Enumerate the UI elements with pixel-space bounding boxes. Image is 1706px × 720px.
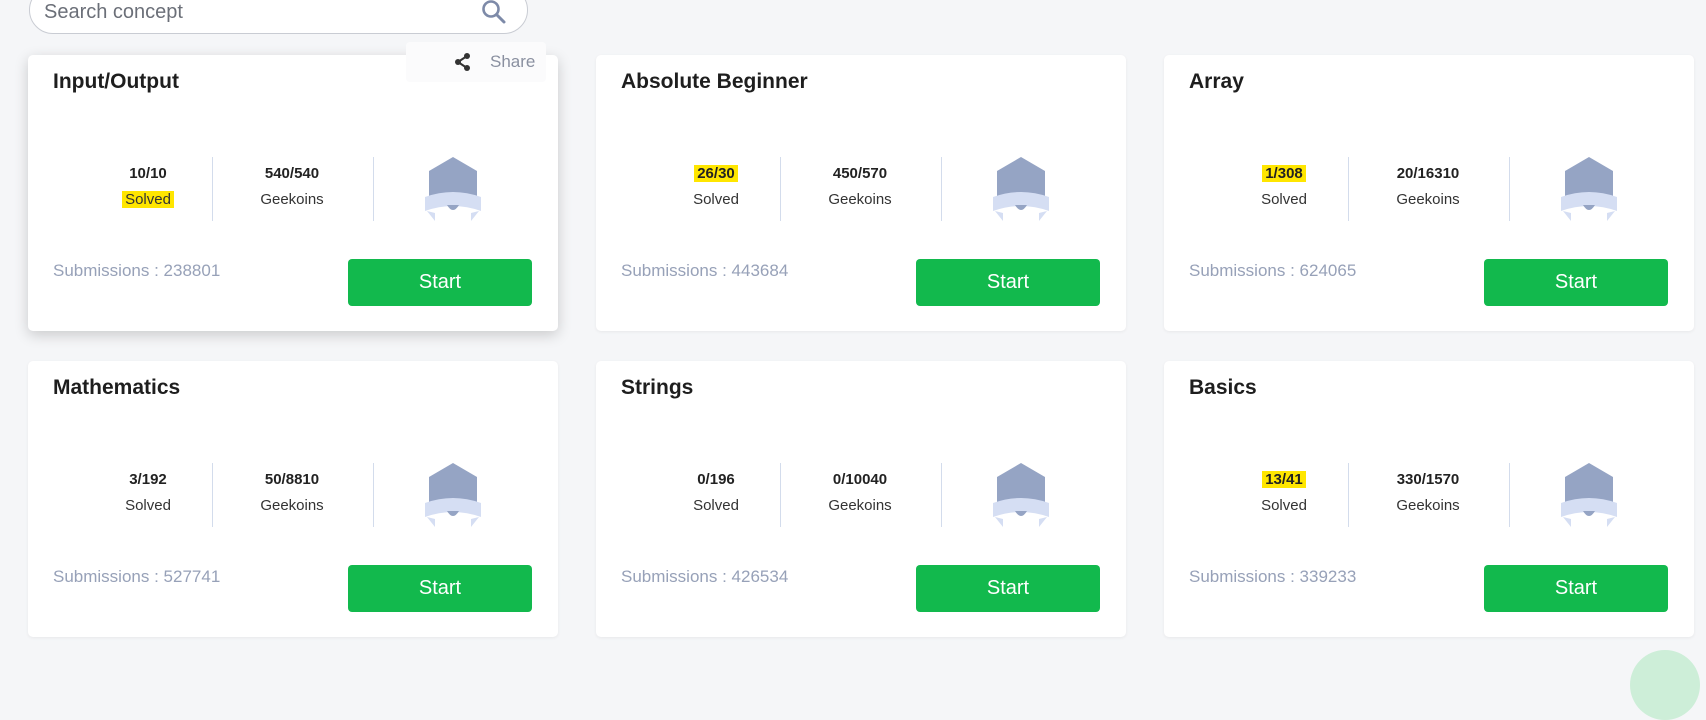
solved-value: 0/196 — [697, 471, 735, 488]
geekoins-stat: 540/540 Geekoins — [217, 165, 367, 209]
geekoins-stat: 330/1570 Geekoins — [1353, 471, 1503, 515]
divider — [780, 463, 781, 527]
concept-card[interactable]: Absolute Beginner 26/30 Solved 450/570 G… — [596, 55, 1126, 331]
solved-stat: 3/192 Solved — [73, 471, 223, 515]
divider — [941, 157, 942, 221]
badge-icon — [993, 157, 1049, 221]
submissions-count: Submissions : 339233 — [1189, 567, 1357, 586]
solved-value: 1/308 — [1262, 165, 1306, 182]
divider — [1509, 157, 1510, 221]
card-title: Array — [1189, 70, 1244, 93]
share-icon — [455, 53, 470, 71]
badge-icon — [425, 463, 481, 527]
start-button[interactable]: Start — [916, 259, 1100, 306]
divider — [941, 463, 942, 527]
start-button[interactable]: Start — [1484, 259, 1668, 306]
start-button[interactable]: Start — [348, 259, 532, 306]
card-title: Input/Output — [53, 70, 179, 93]
geekoins-label: Geekoins — [828, 191, 892, 208]
card-title: Strings — [621, 376, 694, 399]
geekoins-value: 540/540 — [264, 165, 320, 182]
solved-label: Solved — [693, 497, 739, 514]
badge-icon — [993, 463, 1049, 527]
divider — [373, 463, 374, 527]
concept-card[interactable]: Mathematics 3/192 Solved 50/8810 Geekoin… — [28, 361, 558, 637]
concept-card[interactable]: Input/Output 10/10 Solved 540/540 Geekoi… — [28, 55, 558, 331]
badge-icon — [1561, 157, 1617, 221]
solved-value: 3/192 — [129, 471, 167, 488]
badge-icon — [425, 157, 481, 221]
concept-card[interactable]: Strings 0/196 Solved 0/10040 Geekoins Su… — [596, 361, 1126, 637]
geekoins-value: 450/570 — [832, 165, 888, 182]
submissions-count: Submissions : 527741 — [53, 567, 221, 586]
divider — [1348, 463, 1349, 527]
submissions-count: Submissions : 443684 — [621, 261, 789, 280]
divider — [1509, 463, 1510, 527]
start-button[interactable]: Start — [348, 565, 532, 612]
submissions-count: Submissions : 238801 — [53, 261, 221, 280]
geekoins-stat: 450/570 Geekoins — [785, 165, 935, 209]
concept-card[interactable]: Array 1/308 Solved 20/16310 Geekoins Sub… — [1164, 55, 1694, 331]
solved-value: 13/41 — [1262, 471, 1306, 488]
geekoins-value: 50/8810 — [264, 471, 320, 488]
geekoins-value: 0/10040 — [832, 471, 888, 488]
divider — [373, 157, 374, 221]
start-button[interactable]: Start — [1484, 565, 1668, 612]
divider — [212, 157, 213, 221]
geekoins-stat: 0/10040 Geekoins — [785, 471, 935, 515]
share-button[interactable]: Share — [406, 42, 546, 82]
search-box[interactable] — [29, 0, 528, 34]
solved-value: 10/10 — [129, 165, 167, 182]
solved-value: 26/30 — [694, 165, 738, 182]
solved-label: Solved — [1261, 191, 1307, 208]
solved-label: Solved — [693, 191, 739, 208]
share-label: Share — [490, 52, 536, 71]
divider — [1348, 157, 1349, 221]
start-button[interactable]: Start — [916, 565, 1100, 612]
geekoins-label: Geekoins — [1396, 497, 1460, 514]
solved-stat: 10/10 Solved — [73, 165, 223, 209]
geekoins-label: Geekoins — [260, 497, 324, 514]
concept-card[interactable]: Basics 13/41 Solved 330/1570 Geekoins Su… — [1164, 361, 1694, 637]
submissions-count: Submissions : 624065 — [1189, 261, 1357, 280]
badge-icon — [1561, 463, 1617, 527]
solved-stat: 1/308 Solved — [1209, 165, 1359, 209]
solved-label: Solved — [1261, 497, 1307, 514]
card-title: Absolute Beginner — [621, 70, 808, 93]
solved-stat: 0/196 Solved — [641, 471, 791, 515]
search-input[interactable] — [44, 1, 464, 24]
card-title: Mathematics — [53, 376, 181, 399]
geekoins-stat: 50/8810 Geekoins — [217, 471, 367, 515]
geekoins-value: 20/16310 — [1396, 165, 1460, 182]
geekoins-label: Geekoins — [1396, 191, 1460, 208]
geekoins-value: 330/1570 — [1396, 471, 1460, 488]
solved-label: Solved — [125, 497, 171, 514]
geekoins-label: Geekoins — [828, 497, 892, 514]
search-icon[interactable] — [481, 0, 507, 25]
solved-stat: 26/30 Solved — [641, 165, 791, 209]
solved-stat: 13/41 Solved — [1209, 471, 1359, 515]
submissions-count: Submissions : 426534 — [621, 567, 789, 586]
solved-label: Solved — [122, 191, 174, 208]
geekoins-label: Geekoins — [260, 191, 324, 208]
divider — [780, 157, 781, 221]
geekoins-stat: 20/16310 Geekoins — [1353, 165, 1503, 209]
card-title: Basics — [1189, 376, 1257, 399]
divider — [212, 463, 213, 527]
